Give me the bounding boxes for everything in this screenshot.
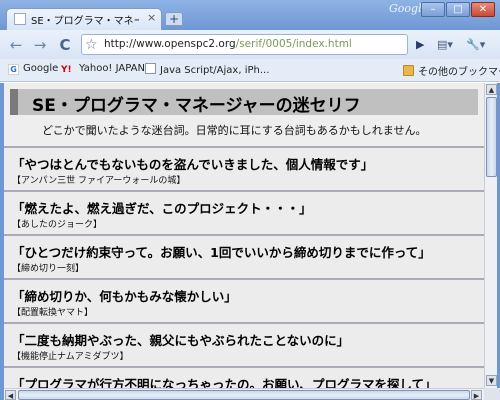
address-bar[interactable]: ☆ http://www.openspc2.org/serif/0005/ind… [81, 34, 408, 55]
page-header: SE・プログラマ・マネージャーの迷セリフ [10, 89, 478, 116]
scroll-up-icon[interactable]: ▲ [486, 84, 497, 95]
go-icon[interactable]: ▶ [416, 36, 424, 54]
navigation-toolbar: ← → C ☆ http://www.openspc2.org/serif/00… [0, 30, 500, 59]
new-tab-button[interactable]: + [165, 12, 183, 26]
folder-icon [403, 65, 414, 76]
bookmark-yahoo[interactable]: Y! Yahoo! JAPAN [61, 63, 145, 76]
page-subtitle: どこかで聞いたような迷台詞。日常的に耳にする台詞もあるかもしれません。 [42, 124, 427, 137]
minimize-button[interactable]: – [421, 2, 445, 17]
url-text[interactable]: http://www.openspc2.org/serif/0005/index… [104, 38, 352, 50]
quote-source: 【締め切り一刻】 [12, 264, 85, 274]
wrench-icon[interactable]: 🔧▾ [466, 36, 485, 54]
other-bookmarks-label: その他のブックマーク [418, 67, 500, 78]
quote-text: 「締め切りか、何もかもみな懐かしい」 [12, 289, 237, 304]
quote-source: 【あしたのジョーク】 [12, 220, 103, 230]
quote-source: 【機能停止ナムアミダブツ】 [12, 352, 129, 362]
list-item: 「やつはとんでもないものを盗んでいきました、個人情報です」 【アンパン三世 ファ… [4, 146, 484, 190]
quote-text: 「プログラマが行方不明になっちゃったの。お願い、プログラマを探して」 [12, 377, 437, 388]
bookmark-google[interactable]: G Google [8, 63, 58, 75]
list-item: 「ひとつだけ約束守って。お願い、1回でいいから締め切りまでに作って」 【締め切り… [4, 234, 484, 278]
page-title: SE・プログラマ・マネージャーの迷セリフ [32, 96, 361, 116]
list-item: 「プログラマが行方不明になっちゃったの。お願い、プログラマを探して」 [4, 366, 484, 388]
other-bookmarks[interactable]: その他のブックマーク [403, 63, 500, 78]
bookmark-label: Google [23, 63, 59, 74]
tab-title: SE・プログラマ・マネージャーの... [31, 16, 139, 27]
page-favicon-icon [14, 13, 26, 25]
horizontal-scrollbar[interactable]: ◀ ▶ [4, 388, 484, 400]
scroll-left-icon[interactable]: ◀ [5, 390, 16, 400]
page-icon [145, 63, 156, 74]
bookmark-label: Java Script/Ajax, iPh... [160, 65, 270, 76]
bookmarks-bar: G Google Y! Yahoo! JAPAN Java Script/Ajax,… [0, 59, 500, 82]
quote-source: 【配置転換ヤマト】 [12, 308, 94, 318]
maximize-button[interactable]: □ [446, 2, 470, 17]
quote-text: 「燃えたよ、燃え過ぎだ、このプロジェクト・・・」 [12, 201, 312, 216]
browser-tab[interactable]: SE・プログラマ・マネージャーの... × [6, 8, 162, 30]
bookmark-star-icon[interactable]: ☆ [85, 36, 98, 54]
quote-source: 【アンパン三世 ファイアーウォールの城】 [12, 176, 186, 186]
list-item: 「二度も納期やぶった、親父にもやぶられたことないのに」 【機能停止ナムアミダブツ… [4, 322, 484, 366]
bookmark-label: Yahoo! JAPAN [79, 63, 145, 74]
google-favicon-icon: G [8, 64, 19, 75]
back-arrow-icon[interactable]: ← [6, 35, 26, 55]
vertical-scroll-thumb[interactable] [486, 97, 497, 177]
vertical-scrollbar[interactable]: ▲ ▼ [484, 83, 497, 388]
page-menu-icon[interactable]: ▤▾ [437, 36, 453, 54]
tab-close-icon[interactable]: × [147, 11, 156, 25]
window-titlebar: SE・プログラマ・マネージャーの... × + Google – □ ✕ [0, 0, 500, 30]
quote-text: 「ひとつだけ約束守って。お願い、1回でいいから締め切りまでに作って」 [12, 245, 431, 260]
page-viewport: SE・プログラマ・マネージャーの迷セリフ どこかで聞いたような迷台詞。日常的に耳… [4, 83, 484, 388]
list-item: 「締め切りか、何もかもみな懐かしい」 【配置転換ヤマト】 [4, 278, 484, 322]
forward-arrow-icon[interactable]: → [30, 35, 50, 55]
url-path: /serif/0005/index.html [235, 38, 352, 50]
scrollbar-corner [484, 388, 500, 400]
horizontal-scroll-thumb[interactable] [18, 390, 470, 400]
scroll-right-icon[interactable]: ▶ [471, 390, 482, 400]
close-window-button[interactable]: ✕ [471, 2, 495, 17]
url-host: http://www.openspc2.org [104, 38, 236, 50]
quote-text: 「やつはとんでもないものを盗んでいきました、個人情報です」 [12, 157, 374, 172]
list-item: 「燃えたよ、燃え過ぎだ、このプロジェクト・・・」 【あしたのジョーク】 [4, 190, 484, 234]
yahoo-favicon-icon: Y! [61, 65, 72, 75]
quote-list: 「やつはとんでもないものを盗んでいきました、個人情報です」 【アンパン三世 ファ… [4, 146, 484, 388]
scroll-down-icon[interactable]: ▼ [486, 375, 497, 386]
bookmark-javascript[interactable]: Java Script/Ajax, iPh... [145, 63, 269, 76]
reload-icon[interactable]: C [55, 35, 75, 55]
quote-text: 「二度も納期やぶった、親父にもやぶられたことないのに」 [12, 333, 350, 348]
